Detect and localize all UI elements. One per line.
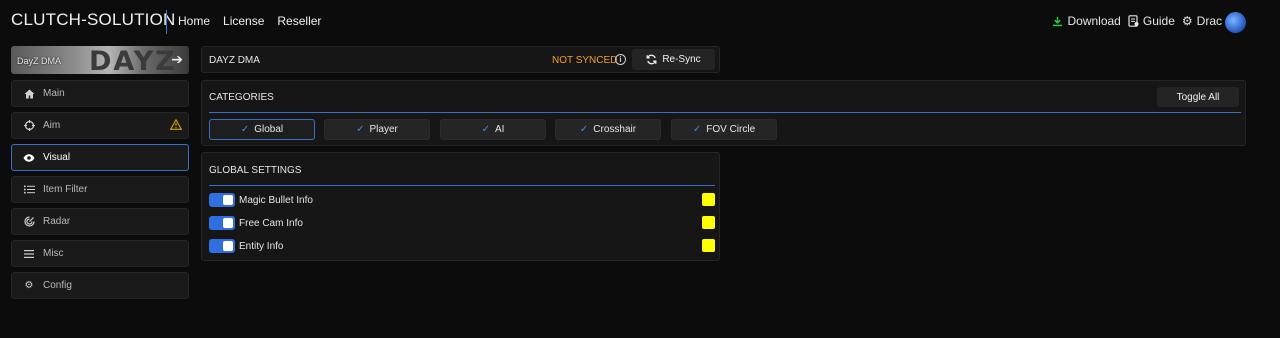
check-icon: ✓	[692, 124, 702, 135]
eye-icon	[22, 153, 36, 162]
download-link[interactable]: Download	[1052, 14, 1121, 28]
info-icon[interactable]: i	[615, 54, 626, 65]
gear-icon: ⚙	[1181, 14, 1193, 28]
tab-fov-circle[interactable]: ✓ FOV Circle	[671, 119, 777, 140]
toggle-all-button[interactable]: Toggle All	[1157, 87, 1239, 107]
gears-icon: ⚙	[24, 280, 34, 291]
resync-button[interactable]: Re-Sync	[632, 49, 715, 70]
tab-label: Player	[369, 124, 398, 135]
sidebar-item-label: Visual	[43, 152, 71, 163]
tab-crosshair[interactable]: ✓ Crosshair	[555, 119, 661, 140]
download-label: Download	[1067, 14, 1121, 28]
crosshair-icon	[22, 120, 36, 131]
user-name: Drac	[1196, 14, 1222, 28]
entity-info-toggle[interactable]	[209, 239, 235, 253]
setting-label: Entity Info	[239, 240, 284, 252]
sidebar-item-label: Radar	[43, 216, 71, 227]
game-header-panel: DAYZ DMA NOT SYNCED i Re-Sync	[201, 46, 720, 73]
toggle-knob	[223, 218, 233, 228]
check-icon: ✓	[579, 124, 589, 135]
nav-license[interactable]: License	[223, 14, 264, 28]
menu-icon	[22, 249, 36, 258]
document-icon	[1128, 15, 1139, 27]
sidebar-item-label: Config	[43, 280, 72, 291]
sidebar-item-label: Main	[43, 88, 65, 99]
setting-label: Free Cam Info	[239, 217, 303, 229]
setting-label: Magic Bullet Info	[239, 194, 313, 206]
check-icon: ✓	[240, 124, 250, 135]
brand-title[interactable]: CLUTCH-SOLUTION	[11, 10, 176, 30]
top-right-actions: Download Guide ⚙ Drac	[1052, 14, 1222, 28]
toggle-knob	[223, 195, 233, 205]
sidebar-item-main[interactable]: Main	[11, 80, 189, 107]
section-divider	[209, 185, 715, 186]
check-icon: ✓	[481, 124, 490, 135]
brand-divider	[166, 10, 167, 34]
sidebar-item-aim[interactable]: Aim	[11, 112, 189, 139]
list-icon	[22, 185, 36, 194]
user-menu[interactable]: ⚙ Drac	[1182, 14, 1222, 28]
tab-label: Crosshair	[593, 124, 637, 135]
arrow-right-icon[interactable]: ➔	[171, 51, 183, 68]
banner-logo: DAYZ	[89, 46, 177, 74]
game-banner[interactable]: DAYZ DayZ DMA ➔	[11, 46, 189, 74]
nav-reseller[interactable]: Reseller	[277, 14, 321, 28]
top-bar: CLUTCH-SOLUTION Home License Reseller Do…	[0, 0, 1280, 44]
color-swatch[interactable]	[702, 193, 715, 206]
sidebar-item-visual[interactable]: Visual	[11, 144, 189, 171]
global-settings-title: GLOBAL SETTINGS	[209, 165, 302, 176]
setting-row-magic-bullet: Magic Bullet Info	[209, 193, 715, 207]
categories-title: CATEGORIES	[209, 92, 274, 103]
guide-label: Guide	[1142, 14, 1175, 28]
categories-panel: CATEGORIES Toggle All ✓ Global ✓ Player …	[201, 80, 1246, 146]
tab-player[interactable]: ✓ Player	[324, 119, 430, 140]
magic-bullet-toggle[interactable]	[209, 193, 235, 207]
sync-status: NOT SYNCED	[552, 55, 618, 66]
sidebar-item-misc[interactable]: Misc	[11, 240, 189, 267]
sidebar-item-radar[interactable]: Radar	[11, 208, 189, 235]
setting-row-free-cam: Free Cam Info	[209, 216, 715, 230]
color-swatch[interactable]	[702, 216, 715, 229]
refresh-icon	[646, 54, 657, 65]
warning-icon	[169, 118, 183, 133]
nav-home[interactable]: Home	[178, 14, 210, 28]
toggle-knob	[223, 241, 233, 251]
sidebar-item-label: Item Filter	[43, 184, 88, 195]
guide-link[interactable]: Guide	[1128, 14, 1175, 28]
color-swatch[interactable]	[702, 239, 715, 252]
radar-icon	[22, 216, 36, 227]
sidebar-item-label: Misc	[43, 248, 64, 259]
game-title: DAYZ DMA	[209, 55, 260, 66]
sidebar: DAYZ DayZ DMA ➔ Main Aim Visual Item Fil…	[11, 46, 189, 299]
resync-label: Re-Sync	[662, 54, 701, 65]
section-divider	[209, 112, 1241, 113]
setting-row-entity-info: Entity Info	[209, 239, 715, 253]
tab-label: AI	[494, 124, 505, 135]
check-icon: ✓	[356, 124, 365, 135]
sidebar-item-config[interactable]: ⚙ Config	[11, 272, 189, 299]
download-icon	[1053, 16, 1063, 26]
tab-label: Global	[254, 124, 284, 135]
sidebar-item-label: Aim	[43, 120, 61, 131]
main-nav: Home License Reseller	[178, 14, 321, 28]
tab-global[interactable]: ✓ Global	[209, 119, 315, 140]
sidebar-item-item-filter[interactable]: Item Filter	[11, 176, 189, 203]
avatar[interactable]	[1225, 12, 1246, 33]
free-cam-toggle[interactable]	[209, 216, 235, 230]
global-settings-panel: GLOBAL SETTINGS Magic Bullet Info Free C…	[201, 152, 720, 261]
home-icon	[22, 89, 36, 99]
banner-label: DayZ DMA	[17, 56, 62, 66]
tab-label: FOV Circle	[706, 124, 756, 135]
tab-ai[interactable]: ✓ AI	[440, 119, 546, 140]
